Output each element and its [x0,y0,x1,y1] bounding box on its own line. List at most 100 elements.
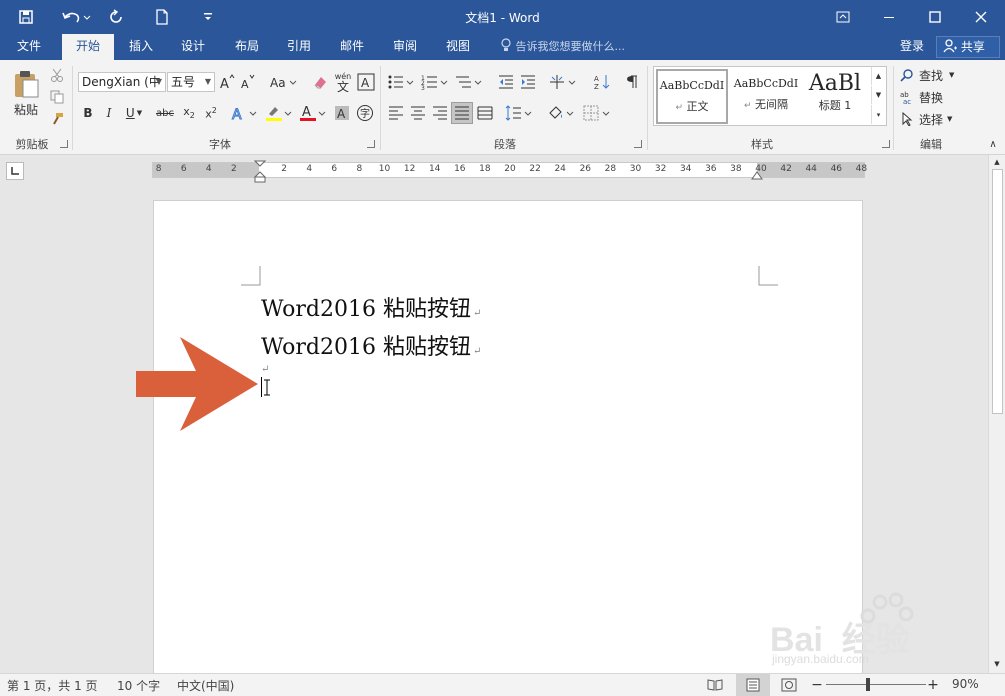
clipboard-launcher-icon[interactable] [60,140,68,148]
borders-icon[interactable] [582,103,612,123]
character-shading-icon[interactable]: A [333,103,351,123]
zoom-in-icon[interactable]: + [926,676,940,694]
vertical-scrollbar[interactable]: ▲ ▼ [988,155,1005,673]
bold-icon[interactable]: B [80,103,96,123]
styles-scroll-down-icon[interactable]: ▼ [871,86,885,104]
new-document-icon[interactable] [146,0,178,34]
line-spacing-icon[interactable] [504,103,534,123]
maximize-button[interactable] [912,0,958,34]
font-size-combo[interactable]: 五号 ▼ [167,72,215,92]
scroll-down-icon[interactable]: ▼ [989,657,1005,671]
ruler-number: 14 [428,164,441,174]
justify-icon[interactable] [451,102,473,124]
ribbon-display-options-icon[interactable] [820,0,866,34]
align-right-icon[interactable] [430,103,450,123]
style-heading-1[interactable]: AaBl 标题 1 [804,69,866,124]
document-text: Word2016 粘贴按钮 [261,297,471,322]
strikethrough-icon[interactable]: abc [154,103,176,123]
scrollbar-thumb[interactable] [992,169,1003,414]
zoom-out-icon[interactable]: − [810,676,824,694]
decrease-indent-icon[interactable] [496,72,516,92]
font-name-combo[interactable]: DengXian (中 ▼ [78,72,166,92]
style-normal[interactable]: AaBbCcDdI ↵ 正文 [656,69,728,124]
tab-design[interactable]: 设计 [170,34,216,60]
distributed-icon[interactable] [475,103,495,123]
scroll-up-icon[interactable]: ▲ [989,155,1005,169]
minimize-button[interactable] [866,0,912,34]
tab-home[interactable]: 开始 [62,34,114,60]
character-border-icon[interactable]: A [356,72,376,92]
undo-icon[interactable] [56,0,96,34]
clear-formatting-icon[interactable] [310,72,330,92]
web-layout-icon[interactable] [778,676,800,694]
tell-me-box[interactable]: 告诉我您想要做什么... [500,34,625,60]
save-icon[interactable] [10,0,42,34]
zoom-level[interactable]: 90% [952,677,979,691]
share-button[interactable]: 共享 [936,36,1000,58]
paste-button[interactable]: 粘贴 [8,64,44,122]
svg-text:3: 3 [421,85,425,90]
numbering-icon[interactable]: 123 [420,72,450,92]
show-paragraph-marks-icon[interactable] [622,72,642,92]
bullets-icon[interactable] [386,72,416,92]
document-line[interactable]: Word2016 粘贴按钮 ↵ [261,291,481,323]
zoom-slider-thumb[interactable] [866,678,870,691]
grow-font-button[interactable]: A [218,72,236,92]
phonetic-guide-button[interactable]: wén 文 [332,70,354,94]
select-button[interactable]: 选择 ▼ [900,110,960,128]
underline-icon[interactable]: U ▼ [122,103,146,123]
replace-button[interactable]: ab ac 替换 [900,88,960,106]
subscript-icon[interactable]: x2 [179,103,199,123]
tab-selector-icon[interactable] [6,162,24,180]
change-case-button[interactable]: Aa [268,72,298,92]
enclose-characters-icon[interactable]: 字 [355,103,375,123]
multilevel-list-icon[interactable] [454,72,484,92]
tab-mailings[interactable]: 邮件 [329,34,375,60]
tab-file[interactable]: 文件 [4,34,54,60]
superscript-icon[interactable]: x2 [201,103,221,123]
print-layout-icon[interactable] [736,674,770,696]
redo-icon[interactable] [100,0,132,34]
horizontal-ruler[interactable]: 8 6 4 2 2 4 6 8 10 12 14 16 18 20 22 24 26 28 30 32 34 36 38 40… [152,160,867,183]
styles-scroll-up-icon[interactable]: ▲ [871,67,885,85]
chinese-layout-icon[interactable] [548,72,578,92]
tab-layout[interactable]: 布局 [224,34,270,60]
indent-marker-icon[interactable] [254,160,266,186]
paragraph-launcher-icon[interactable] [634,140,642,148]
word-count[interactable]: 10 个字 [117,677,160,694]
styles-more-icon[interactable]: ▾ [871,105,885,124]
tab-references[interactable]: 引用 [276,34,322,60]
shading-icon[interactable] [546,103,576,123]
shrink-font-button[interactable]: A [239,72,257,92]
document-page[interactable]: Word2016 粘贴按钮 ↵ Word2016 粘贴按钮 ↵ ↵ [153,200,863,673]
styles-launcher-icon[interactable] [882,140,890,148]
tab-view[interactable]: 视图 [435,34,481,60]
chevron-down-icon: ▼ [204,77,211,86]
collapse-ribbon-icon[interactable]: ∧ [986,138,1000,150]
italic-icon[interactable]: I [101,103,117,123]
zoom-slider[interactable] [826,684,926,685]
language-indicator[interactable]: 中文(中国) [177,677,234,694]
sort-icon[interactable]: AZ [592,72,612,92]
style-no-spacing[interactable]: AaBbCcDdI ↵ 无间隔 [730,69,802,124]
sign-in-link[interactable]: 登录 [900,34,924,60]
align-center-icon[interactable] [408,103,428,123]
tab-insert[interactable]: 插入 [118,34,164,60]
tab-review[interactable]: 审阅 [382,34,428,60]
right-indent-marker-icon[interactable] [751,170,763,180]
close-button[interactable] [958,0,1004,34]
cut-icon[interactable] [48,66,66,84]
font-color-icon[interactable]: A [298,103,328,123]
customize-quick-access-icon[interactable] [192,0,224,34]
find-button[interactable]: 查找 ▼ [900,66,966,84]
align-left-icon[interactable] [386,103,406,123]
copy-icon[interactable] [48,88,66,106]
font-launcher-icon[interactable] [367,140,375,148]
document-line[interactable]: Word2016 粘贴按钮 ↵ [261,329,481,361]
text-effects-icon[interactable]: A [230,103,260,123]
page-count[interactable]: 第 1 页，共 1 页 [7,677,98,694]
read-mode-icon[interactable] [704,676,726,694]
format-painter-icon[interactable] [48,110,66,128]
increase-indent-icon[interactable] [518,72,538,92]
text-highlight-icon[interactable] [264,103,294,123]
